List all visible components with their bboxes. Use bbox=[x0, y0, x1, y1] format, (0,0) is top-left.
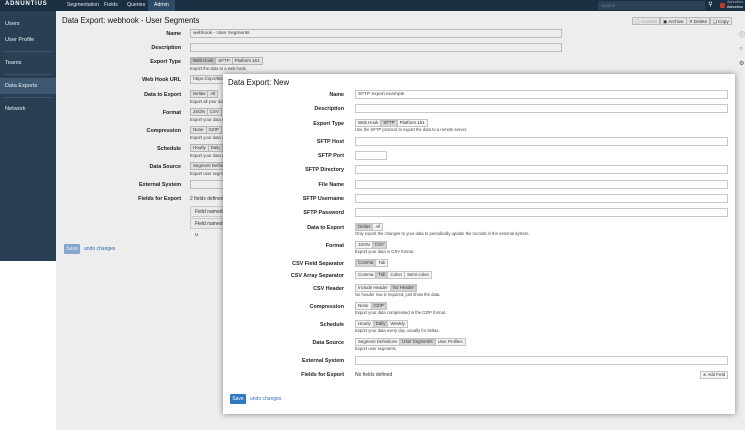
field-sep-tab[interactable]: Tab bbox=[375, 259, 389, 267]
data-to-export-label: Data to Export bbox=[307, 225, 344, 231]
data-source-help: Export user segments. bbox=[355, 346, 397, 351]
user-menu[interactable]: Adnuntius Adnuntius bbox=[719, 0, 745, 11]
sidebar-item-user-profile[interactable]: User Profile bbox=[0, 32, 56, 48]
header-option-none[interactable]: No Header bbox=[389, 284, 418, 292]
format-option-csv[interactable]: CSV bbox=[371, 241, 387, 249]
sftp-port-label: SFTP Port bbox=[318, 153, 344, 159]
header-option-include[interactable]: Include Header bbox=[355, 284, 391, 292]
search-input[interactable] bbox=[598, 1, 705, 10]
schedule-help: Export your data every day, usually for … bbox=[355, 328, 440, 333]
field-sep-comma[interactable]: Comma bbox=[355, 259, 377, 267]
data-option-all[interactable]: All bbox=[372, 223, 384, 231]
sidebar-item-teams[interactable]: Teams bbox=[0, 55, 56, 71]
name-field[interactable]: SFTP export example bbox=[355, 90, 728, 99]
export-type-sftp[interactable]: SFTP bbox=[380, 119, 398, 127]
export-type-selector: Web Hook SFTP Platform 161 bbox=[355, 119, 428, 127]
nav-fields[interactable]: Fields bbox=[98, 0, 124, 11]
schedule-label: Schedule bbox=[320, 322, 344, 328]
fields-count: No fields defined bbox=[355, 372, 393, 378]
nav-admin[interactable]: Admin bbox=[148, 0, 175, 11]
format-label: Format bbox=[325, 243, 344, 249]
schedule-selector: Hourly Daily Weekly bbox=[355, 320, 408, 328]
add-field-label: Add Field bbox=[707, 372, 726, 377]
top-navigation-bar: ADNUNTIUS Segmentation Fields Queries Ad… bbox=[0, 0, 745, 11]
data-to-export-help: Only export the changes to your data to … bbox=[355, 231, 530, 236]
description-field[interactable] bbox=[355, 104, 728, 113]
csv-header-help: No header row is required, just show the… bbox=[355, 292, 441, 297]
source-option-user-segments[interactable]: User Segments bbox=[399, 338, 436, 346]
csv-array-separator-label: CSV Array Separator bbox=[290, 273, 344, 279]
name-label: Name bbox=[329, 92, 344, 98]
sidebar-divider bbox=[4, 74, 52, 75]
schedule-option-hourly[interactable]: Hourly bbox=[355, 320, 374, 328]
csv-header-selector: Include Header No Header bbox=[355, 284, 418, 292]
source-option-user-profiles[interactable]: User Profiles bbox=[434, 338, 466, 346]
array-sep-semi-colon[interactable]: Semi-colon bbox=[403, 271, 432, 279]
sidebar-item-network[interactable]: Network bbox=[0, 101, 56, 117]
format-selector: JSON CSV bbox=[355, 241, 387, 249]
csv-header-label: CSV Header bbox=[313, 286, 344, 292]
data-source-label: Data Source bbox=[312, 340, 344, 346]
array-sep-colon[interactable]: Colon bbox=[387, 271, 405, 279]
sidebar-divider bbox=[4, 51, 52, 52]
new-export-modal: Data Export: New Name SFTP export exampl… bbox=[223, 74, 735, 414]
export-type-label: Export Type bbox=[313, 121, 344, 127]
sftp-host-label: SFTP Host bbox=[316, 139, 344, 145]
csv-array-separator-selector: Comma Tab Colon Semi-colon bbox=[355, 271, 432, 279]
add-field-button[interactable]: ⊕ Add Field bbox=[700, 371, 729, 379]
data-source-selector: Segment Definitions User Segments User P… bbox=[355, 338, 466, 346]
data-option-deltas[interactable]: Deltas bbox=[355, 223, 374, 231]
csv-field-separator-selector: Comma Tab bbox=[355, 259, 389, 267]
nav-queries[interactable]: Queries bbox=[121, 0, 151, 11]
sftp-directory-label: SFTP Directory bbox=[305, 167, 344, 173]
sidebar-item-users[interactable]: Users bbox=[0, 16, 56, 32]
file-name-field[interactable] bbox=[355, 180, 728, 189]
csv-field-separator-label: CSV Field Separator bbox=[292, 261, 344, 267]
save-button[interactable]: Save bbox=[230, 394, 246, 404]
sidebar-divider bbox=[4, 97, 52, 98]
sftp-port-field[interactable] bbox=[355, 151, 387, 160]
external-system-field[interactable] bbox=[355, 356, 728, 365]
compression-selector: None GZIP bbox=[355, 302, 387, 310]
undo-changes-link[interactable]: undo changes bbox=[250, 396, 281, 402]
array-sep-comma[interactable]: Comma bbox=[355, 271, 377, 279]
user-name: Adnuntius bbox=[727, 4, 743, 9]
sftp-username-label: SFTP Username bbox=[302, 196, 344, 202]
compression-option-gzip[interactable]: GZIP bbox=[370, 302, 387, 310]
file-name-label: File Name bbox=[318, 182, 344, 188]
compression-option-none[interactable]: None bbox=[355, 302, 372, 310]
export-type-web-hook[interactable]: Web Hook bbox=[355, 119, 382, 127]
sidebar-item-data-exports[interactable]: Data Exports bbox=[0, 78, 56, 94]
sftp-username-field[interactable] bbox=[355, 194, 728, 203]
format-option-json[interactable]: JSON bbox=[355, 241, 373, 249]
source-option-segment-definitions[interactable]: Segment Definitions bbox=[355, 338, 401, 346]
schedule-option-weekly[interactable]: Weekly bbox=[387, 320, 408, 328]
format-help: Export your data in CSV format. bbox=[355, 249, 415, 254]
description-label: Description bbox=[314, 106, 344, 112]
sftp-directory-field[interactable] bbox=[355, 165, 728, 174]
export-type-help: Use the SFTP protocol to export the data… bbox=[355, 127, 468, 132]
sftp-host-field[interactable] bbox=[355, 137, 728, 146]
modal-title: Data Export: New bbox=[228, 78, 290, 87]
fields-for-export-label: Fields for Export bbox=[301, 372, 344, 378]
external-system-label: External System bbox=[302, 358, 344, 364]
data-to-export-selector: Deltas All bbox=[355, 223, 384, 231]
compression-label: Compression bbox=[309, 304, 344, 310]
schedule-option-daily[interactable]: Daily bbox=[372, 320, 389, 328]
avatar bbox=[720, 3, 725, 8]
sidebar: Users User Profile Teams Data Exports Ne… bbox=[0, 11, 56, 261]
sftp-password-field[interactable] bbox=[355, 208, 728, 217]
app-logo[interactable]: ADNUNTIUS bbox=[5, 1, 48, 7]
compression-help: Export your data compressed in the GZIP … bbox=[355, 310, 447, 315]
sftp-password-label: SFTP Password bbox=[303, 210, 344, 216]
export-type-platform-161[interactable]: Platform 161 bbox=[396, 119, 428, 127]
search-icon[interactable]: ⚲ bbox=[706, 1, 715, 10]
